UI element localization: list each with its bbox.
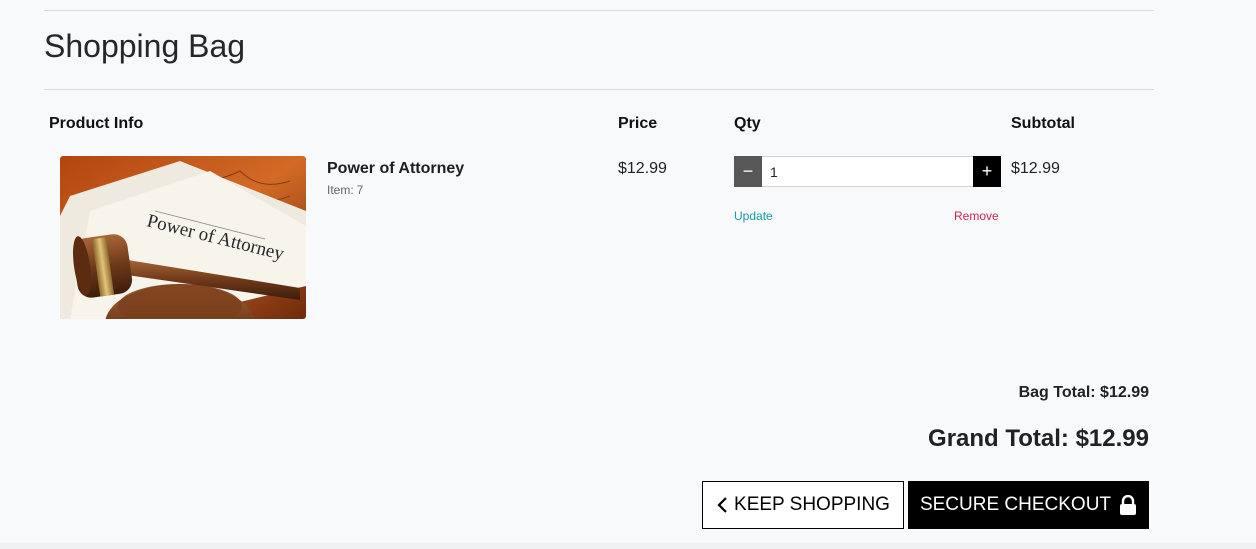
decrease-quantity-button[interactable]: −: [734, 156, 762, 187]
quantity-input[interactable]: [762, 156, 973, 187]
keep-shopping-button[interactable]: KEEP SHOPPING: [702, 481, 904, 529]
update-link[interactable]: Update: [734, 209, 773, 223]
header-divider: [44, 89, 1154, 90]
minus-icon: −: [742, 161, 754, 181]
quantity-stepper: − +: [734, 156, 1001, 187]
item-subtotal: $12.99: [1011, 160, 1060, 177]
item-label: Item:: [327, 183, 354, 197]
bag-total: Bag Total: $12.99: [1018, 384, 1149, 401]
bottom-band: [0, 543, 1256, 549]
top-divider: [44, 10, 1154, 11]
secure-checkout-button[interactable]: SECURE CHECKOUT: [908, 481, 1149, 529]
product-image[interactable]: Power of Attorney: [60, 156, 306, 319]
item-price: $12.99: [618, 160, 667, 177]
lock-icon: [1120, 495, 1137, 515]
plus-icon: +: [981, 161, 993, 181]
header-price: Price: [618, 115, 658, 132]
product-name[interactable]: Power of Attorney: [327, 160, 464, 178]
page-title: Shopping Bag: [44, 28, 246, 64]
header-subtotal: Subtotal: [1011, 115, 1075, 132]
secure-checkout-label: SECURE CHECKOUT: [919, 494, 1112, 515]
product-item-number: Item: 7: [327, 183, 363, 197]
keep-shopping-label: KEEP SHOPPING: [734, 494, 890, 515]
grand-total: Grand Total: $12.99: [928, 425, 1149, 452]
header-qty: Qty: [734, 115, 761, 132]
header-product-info: Product Info: [49, 115, 144, 132]
item-value: 7: [356, 183, 364, 197]
remove-link[interactable]: Remove: [954, 209, 999, 223]
increase-quantity-button[interactable]: +: [973, 156, 1001, 187]
chevron-left-icon: [717, 497, 727, 513]
